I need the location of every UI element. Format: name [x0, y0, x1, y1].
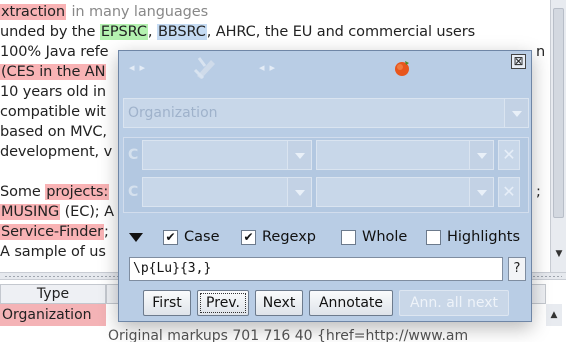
document-text: 100% Java refe	[0, 44, 109, 60]
highlighted-annotation: projects:	[45, 184, 110, 200]
chevron-down-icon[interactable]	[504, 99, 528, 127]
document-line: (CES in the AN	[0, 62, 107, 82]
annotation-type-combo[interactable]: Organization	[123, 98, 529, 128]
whole-label: Whole	[362, 229, 408, 245]
document-text: compatible wit	[0, 104, 106, 120]
document-line: unded by the EPSRC, BBSRC, AHRC, the EU …	[0, 22, 475, 42]
whole-option[interactable]: Whole	[341, 225, 407, 249]
feature-value-combo-1[interactable]	[316, 140, 494, 170]
regex-help-button[interactable]: ?	[508, 257, 526, 281]
table-header-type[interactable]: Type	[0, 284, 106, 304]
case-checkbox[interactable]: ✔	[163, 230, 178, 245]
first-button-label: First	[152, 295, 182, 311]
close-icon[interactable]: ⊠	[511, 54, 526, 69]
document-line: 10 years old in	[0, 82, 106, 102]
document-line: A sample of us	[0, 242, 106, 262]
document-line: 100% Java refe n	[0, 42, 545, 62]
highlights-label: Highlights	[447, 229, 521, 245]
next-button-label: Next	[262, 295, 296, 311]
whole-checkbox[interactable]	[341, 230, 356, 245]
document-text: (EC); A	[60, 204, 114, 220]
document-line: Some projects:;	[0, 182, 541, 202]
document-line: based on MVC,	[0, 122, 107, 142]
feature-row-2-c: C	[128, 184, 139, 200]
highlighted-annotation: EPSRC	[99, 24, 148, 40]
annotation-pen-icon[interactable]	[191, 54, 219, 82]
case-option[interactable]: ✔ Case	[163, 225, 220, 249]
feature-row-1-c: C	[128, 147, 139, 163]
annotate-button-label: Annotate	[318, 295, 384, 311]
orange-bullet-icon	[395, 61, 409, 76]
feature-name-combo-1[interactable]	[142, 140, 312, 170]
annotation-type-value: Organization	[128, 105, 218, 121]
dialog-toolbar: ◂▸ ◂▸ ⊠	[119, 51, 531, 87]
highlighted-annotation: MUSING	[0, 204, 61, 220]
document-text: ;	[104, 224, 109, 240]
regexp-label: Regexp	[262, 229, 316, 245]
ann-all-next-button-label: Ann. all next	[409, 295, 499, 311]
search-options-row: ✔ Case ✔ Regexp Whole Highlights	[119, 225, 531, 249]
chevron-down-icon[interactable]	[469, 178, 493, 206]
document-text: 10 years old in	[0, 84, 107, 100]
prev-button-label: Prev.	[206, 295, 240, 311]
first-button[interactable]: First	[143, 290, 191, 316]
highlights-checkbox[interactable]	[426, 230, 441, 245]
document-vertical-scrollbar[interactable]: ▼	[550, 0, 566, 272]
highlighted-annotation: (CES in the AN	[0, 64, 107, 80]
search-input[interactable]: \p{Lu}{3,}	[129, 257, 503, 281]
table-cell-type: Organization	[2, 307, 92, 323]
document-line: xtraction in many languages	[0, 2, 209, 22]
chevron-down-icon[interactable]	[287, 141, 311, 169]
remove-feature-1-icon[interactable]: ✕	[498, 140, 520, 170]
document-text: in many languages	[66, 4, 209, 20]
scrollbar-thumb[interactable]	[553, 8, 564, 218]
regexp-option[interactable]: ✔ Regexp	[241, 225, 316, 249]
document-line: compatible wit	[0, 102, 106, 122]
feature-value-combo-2[interactable]	[316, 177, 494, 207]
chevron-down-icon[interactable]	[469, 141, 493, 169]
document-text: development, v	[0, 144, 113, 160]
table-row-partial: Original markups 701 716 40 {href=http:/…	[108, 328, 469, 342]
document-line: development, v	[0, 142, 112, 162]
highlights-option[interactable]: Highlights	[426, 225, 520, 249]
document-text-edge: n	[536, 44, 546, 60]
document-line: Service-Finder;	[0, 222, 109, 242]
document-text: , AHRC, the EU and commercial users	[206, 24, 476, 40]
collapse-triangle-icon[interactable]	[129, 233, 143, 242]
highlighted-annotation: Service-Finder	[0, 224, 105, 240]
highlighted-annotation: xtraction	[0, 4, 66, 20]
chevron-down-icon[interactable]	[287, 178, 311, 206]
feature-name-combo-2[interactable]	[142, 177, 312, 207]
document-text: unded by the	[0, 24, 100, 40]
table-scroll-up-icon[interactable]: ▲	[546, 304, 562, 326]
prev-button[interactable]: Prev.	[197, 290, 249, 316]
search-annotate-dialog[interactable]: ◂▸ ◂▸ ⊠ Organization C ✕ C ✕ ✔ Case ✔ Re…	[118, 50, 532, 322]
case-label: Case	[184, 229, 220, 245]
highlighted-annotation: BBSRC	[156, 24, 207, 40]
regexp-checkbox[interactable]: ✔	[241, 230, 256, 245]
next-button[interactable]: Next	[255, 290, 303, 316]
scroll-down-arrow-icon[interactable]: ▼	[553, 248, 565, 260]
annotate-button[interactable]: Annotate	[309, 290, 393, 316]
document-text-edge: ;	[536, 184, 541, 200]
prev-next-arrows-icon[interactable]: ◂▸	[129, 61, 150, 74]
document-text: based on MVC,	[0, 124, 107, 140]
document-text: A sample of us	[0, 244, 106, 260]
feature-panel: C ✕ C ✕	[123, 137, 529, 213]
ann-all-next-button[interactable]: Ann. all next	[399, 290, 509, 316]
remove-feature-2-icon[interactable]: ✕	[498, 177, 520, 207]
document-text: ,	[147, 24, 157, 40]
document-line: MUSING (EC); A	[0, 202, 114, 222]
document-text: Some	[0, 184, 46, 200]
annotation-arrows-icon[interactable]: ◂▸	[259, 61, 280, 74]
